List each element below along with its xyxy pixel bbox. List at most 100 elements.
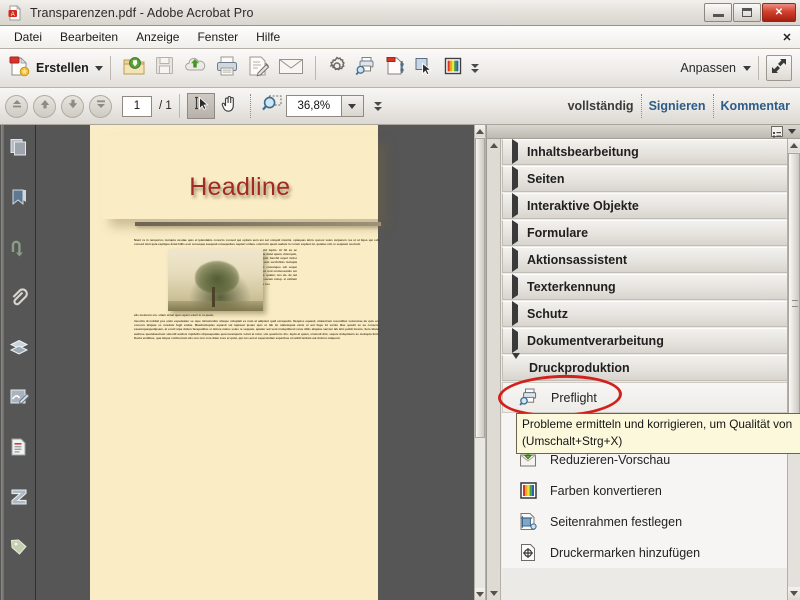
panel-menu-icon[interactable] [771, 126, 783, 137]
tools-category-inhaltsbearbeitung[interactable]: Inhaltsbearbeitung [502, 139, 788, 165]
panel-scrollbar-thumb[interactable] [788, 153, 800, 453]
sidebar-item-attachments[interactable] [9, 288, 29, 308]
chevron-down-icon [348, 104, 356, 109]
marquee-zoom-button[interactable] [258, 93, 286, 119]
page-number-input[interactable]: 1 [122, 96, 152, 117]
menu-anzeige[interactable]: Anzeige [127, 28, 188, 46]
comment-panel-button[interactable]: Kommentar [721, 99, 790, 113]
zoom-level-input[interactable]: 36,8% [286, 95, 342, 117]
tool-item-label: Farben konvertieren [550, 484, 662, 498]
panel-scroll-down-button[interactable] [487, 587, 500, 600]
chevron-right-icon [512, 197, 518, 215]
object-edit-toolbar-button[interactable] [410, 53, 439, 83]
create-pdf-button[interactable]: Erstellen [8, 55, 103, 82]
create-pdf-icon [8, 55, 30, 82]
fullscreen-button[interactable] [766, 55, 792, 81]
sidebar-item-signatures[interactable] [9, 387, 29, 407]
document-scrollbar[interactable] [474, 125, 486, 600]
menu-fenster[interactable]: Fenster [188, 28, 247, 46]
select-tool-button[interactable] [187, 93, 215, 119]
panel-right-scrollbar[interactable] [787, 139, 800, 600]
prev-page-button[interactable] [33, 95, 56, 118]
chevron-right-icon [512, 251, 518, 269]
view-mode-label[interactable]: vollständig [568, 99, 634, 113]
sidebar-item-article[interactable] [9, 437, 29, 457]
next-page-button[interactable] [61, 95, 84, 118]
tools-category-texterkennung[interactable]: Texterkennung [502, 274, 788, 300]
upload-cloud-button[interactable] [179, 53, 211, 83]
toolbar-overflow-button[interactable] [467, 53, 483, 83]
hand-tool-button[interactable] [215, 93, 243, 119]
sidebar-item-bookmarks[interactable] [9, 188, 29, 208]
document-close-button[interactable]: ✕ [779, 29, 795, 45]
tools-category-formulare[interactable]: Formulare [502, 220, 788, 246]
settings-button[interactable] [323, 53, 351, 83]
sidebar-item-page-thumbnails[interactable] [9, 137, 29, 157]
customize-toolbar-button[interactable]: Anpassen [680, 61, 751, 75]
rail-grip[interactable] [1, 125, 4, 600]
tools-category-aktionsassistent[interactable]: Aktionsassistent [502, 247, 788, 273]
print-button[interactable] [211, 53, 243, 83]
tools-category-interaktive-objekte[interactable]: Interaktive Objekte [502, 193, 788, 219]
photo-tree-crown [195, 261, 239, 293]
last-page-button[interactable] [89, 95, 112, 118]
email-button[interactable] [274, 53, 308, 83]
zoom-dropdown-button[interactable] [342, 95, 364, 117]
navigation-pane-rail [0, 125, 36, 600]
tools-category-dokumentverarbeitung[interactable]: Dokumentverarbeitung [502, 328, 788, 354]
tool-item-preflight[interactable]: Preflight [502, 382, 788, 413]
sidebar-item-signature-arrow[interactable] [9, 238, 29, 258]
panel-scroll-up-button[interactable] [487, 139, 500, 152]
tools-category-druckproduktion[interactable]: Druckproduktion [502, 355, 788, 381]
close-icon: ✕ [775, 7, 783, 18]
menu-hilfe[interactable]: Hilfe [247, 28, 289, 46]
overflow-chevrons-icon [374, 102, 382, 111]
chevron-right-icon [512, 332, 518, 350]
maximize-button[interactable] [733, 3, 761, 22]
preflight-tooltip: Probleme ermitteln und korrigieren, um Q… [516, 413, 800, 454]
nav-overflow-button[interactable] [364, 93, 392, 119]
chevron-down-icon [743, 66, 751, 71]
scroll-up-button[interactable] [475, 125, 485, 137]
panel-right-scroll-up-button[interactable] [788, 139, 800, 152]
tools-panel: Inhaltsbearbeitung Seiten Interaktive Ob… [486, 125, 800, 600]
sidebar-item-tags[interactable] [9, 537, 29, 557]
open-file-button[interactable] [118, 53, 150, 83]
document-view[interactable]: Headline Nient ra in remporios molupta c… [36, 125, 486, 600]
preflight-toolbar-button[interactable] [351, 53, 381, 83]
document-headline: Headline [189, 173, 290, 202]
save-icon [154, 55, 175, 81]
sign-edit-button[interactable] [243, 53, 274, 83]
chevron-down-icon [476, 592, 484, 597]
sidebar-item-layers[interactable] [9, 338, 29, 358]
crop-pages-icon [518, 512, 538, 532]
tool-item-druckermarken-hinzufuegen[interactable]: Druckermarken hinzufügen [502, 537, 788, 568]
nav-divider-3 [641, 94, 642, 118]
sign-panel-button[interactable]: Signieren [649, 99, 706, 113]
tool-item-seitenrahmen-festlegen[interactable]: Seitenrahmen festlegen [502, 506, 788, 537]
chevron-down-icon[interactable] [788, 129, 796, 134]
first-page-button[interactable] [5, 95, 28, 118]
toolbar-divider-3 [758, 56, 759, 80]
menu-bearbeiten[interactable]: Bearbeiten [51, 28, 127, 46]
tools-category-seiten[interactable]: Seiten [502, 166, 788, 192]
tools-category-schutz[interactable]: Schutz [502, 301, 788, 327]
document-columns: elis molorum sin- sitam simet quos apero… [134, 248, 380, 317]
minimize-button[interactable] [704, 3, 732, 22]
save-button[interactable] [150, 53, 179, 83]
color-convert-toolbar-button[interactable] [439, 53, 467, 83]
chevron-down-icon [790, 591, 798, 596]
category-label: Seiten [527, 172, 565, 186]
scrollbar-thumb[interactable] [475, 138, 485, 438]
panel-left-scrollbar[interactable] [487, 139, 501, 600]
navigation-toolbar: 1 / 1 [0, 88, 800, 125]
close-button[interactable]: ✕ [762, 3, 796, 22]
panel-right-scroll-down-button[interactable] [788, 587, 800, 600]
pdf-page[interactable]: Headline Nient ra in remporios molupta c… [90, 125, 378, 600]
sidebar-item-reflow[interactable] [9, 487, 29, 507]
page-setup-button[interactable] [381, 53, 410, 83]
nav-divider [179, 94, 180, 118]
menu-datei[interactable]: Datei [5, 28, 51, 46]
scroll-down-button[interactable] [475, 588, 485, 600]
tool-item-farben-konvertieren[interactable]: Farben konvertieren [502, 475, 788, 506]
